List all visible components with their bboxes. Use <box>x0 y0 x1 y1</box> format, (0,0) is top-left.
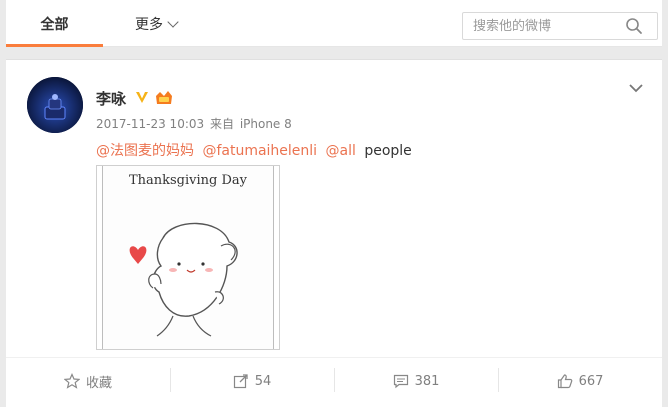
top-tab-bar: 全部 更多 <box>6 0 662 47</box>
comment-icon <box>393 374 408 389</box>
repost-button[interactable]: 54 <box>170 358 334 404</box>
username[interactable]: 李咏 <box>96 88 126 109</box>
post-text-suffix: people <box>364 143 412 159</box>
post-source[interactable]: iPhone 8 <box>240 117 292 131</box>
comment-count: 381 <box>414 373 440 389</box>
repost-count: 54 <box>254 373 272 389</box>
weibo-post-card: 李咏 2017-11-23 10:03 来自 iPhone 8 @法图麦的妈妈 … <box>6 59 662 407</box>
thumbs-up-icon <box>557 374 572 389</box>
post-meta: 2017-11-23 10:03 来自 iPhone 8 <box>96 115 294 132</box>
tab-more[interactable]: 更多 <box>126 0 186 46</box>
search-input[interactable] <box>463 13 613 39</box>
avatar-image <box>27 77 83 133</box>
like-button[interactable]: 667 <box>498 358 662 404</box>
like-count: 667 <box>578 373 604 389</box>
search-box <box>462 12 658 40</box>
tab-more-label: 更多 <box>135 17 163 33</box>
chevron-down-icon <box>167 16 179 28</box>
action-bar: 收藏 54 381 667 <box>6 357 662 407</box>
post-date[interactable]: 2017-11-23 10:03 <box>96 117 204 131</box>
chevron-down-icon[interactable] <box>628 80 644 96</box>
cartoon-illustration <box>129 222 238 337</box>
source-prefix: 来自 <box>209 117 234 131</box>
favorite-label: 收藏 <box>85 375 112 391</box>
post-image[interactable]: Thanksgiving Day <box>96 165 280 350</box>
avatar[interactable] <box>27 77 83 133</box>
verified-badge-icon <box>136 92 148 103</box>
tab-all[interactable]: 全部 <box>6 0 103 47</box>
favorite-button[interactable]: 收藏 <box>6 358 170 404</box>
star-icon <box>63 373 80 389</box>
mention-link[interactable]: @fatumaihelenli <box>202 143 317 159</box>
mention-link[interactable]: @all <box>326 143 356 159</box>
comment-button[interactable]: 381 <box>334 358 498 404</box>
image-frame: Thanksgiving Day <box>102 166 274 349</box>
repost-icon <box>233 374 248 389</box>
search-icon[interactable] <box>625 17 643 35</box>
mention-link[interactable]: @法图麦的妈妈 <box>96 143 194 159</box>
member-crown-icon[interactable] <box>154 88 174 106</box>
post-text: @法图麦的妈妈 @fatumaihelenli @all people <box>96 140 412 160</box>
